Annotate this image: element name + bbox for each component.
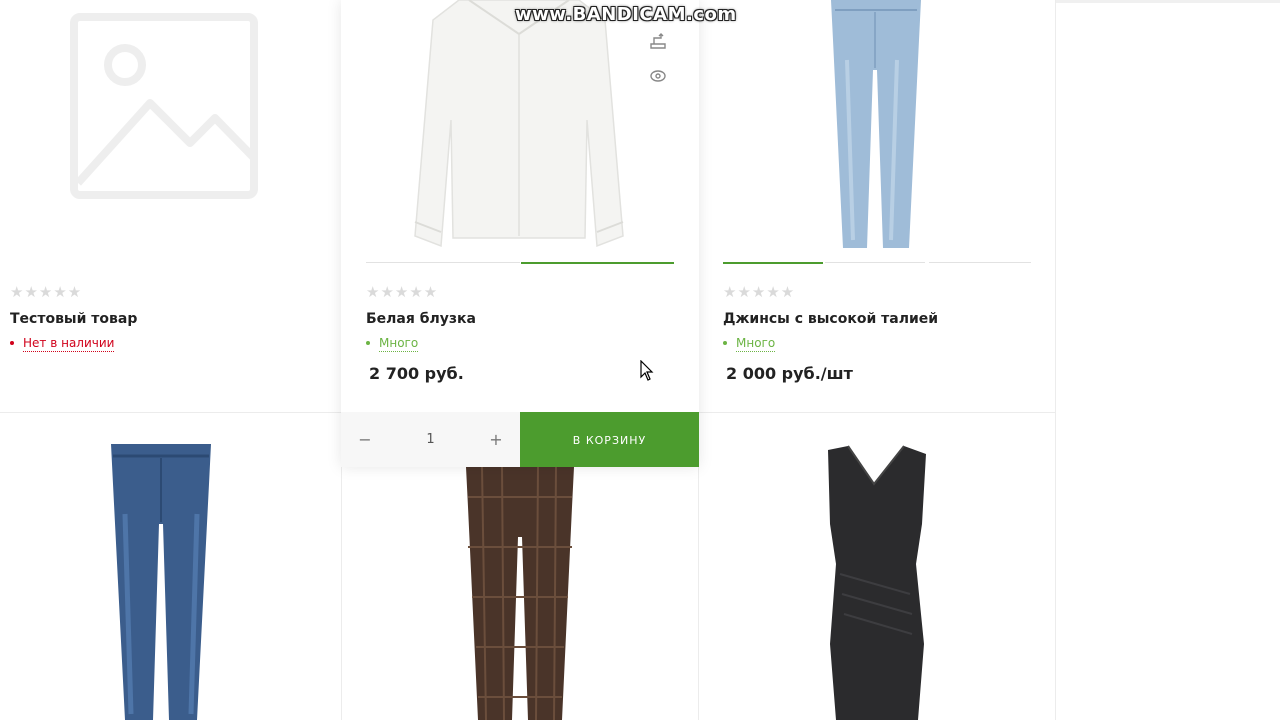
product-price: 2 700 руб. (369, 364, 464, 383)
image-slider-segment[interactable] (366, 262, 520, 263)
add-to-cart-button[interactable]: В КОРЗИНУ (520, 412, 699, 467)
bandicam-watermark: www.BANDICAM.com (515, 4, 737, 25)
white-blouse-image[interactable] (409, 0, 629, 250)
product-card-blouse[interactable]: ★★★★★ Белая блузка Много 2 700 руб. − 1 … (341, 0, 699, 467)
compare-icon[interactable] (647, 30, 669, 52)
product-card-test[interactable]: ★★★★★ Тестовый товар Нет в наличии (0, 0, 341, 412)
product-title[interactable]: Тестовый товар (10, 311, 137, 327)
stock-status: Много (723, 336, 776, 352)
quantity-decrease-button[interactable]: − (341, 412, 389, 467)
image-slider-segment[interactable] (521, 262, 674, 264)
light-jeans-image[interactable] (825, 0, 927, 252)
product-price: 2 000 руб./шт (726, 364, 853, 383)
stock-dot (366, 340, 370, 345)
dark-jeans-image[interactable] (105, 444, 217, 720)
stock-status: Нет в наличии (10, 336, 115, 352)
stock-label: Нет в наличии (23, 336, 115, 352)
plaid-trousers-image[interactable] (462, 467, 578, 720)
quantity-stepper[interactable]: − 1 + (341, 412, 520, 467)
product-card-jeans[interactable]: ★★★★★ Джинсы с высокой талией Много 2 00… (699, 0, 1055, 412)
rating-stars: ★★★★★ (10, 283, 83, 301)
stock-dot (723, 340, 727, 345)
quantity-value[interactable]: 1 (389, 412, 472, 467)
rating-stars: ★★★★★ (723, 283, 796, 301)
mouse-cursor-icon (640, 360, 654, 381)
black-dress-image[interactable] (818, 444, 932, 720)
product-title[interactable]: Белая блузка (366, 311, 476, 327)
image-slider-segment[interactable] (723, 262, 823, 264)
image-slider-segment[interactable] (825, 262, 925, 263)
stock-label: Много (379, 336, 419, 352)
stock-dot (10, 340, 14, 345)
stock-status: Много (366, 336, 419, 352)
grid-divider (1055, 0, 1056, 720)
quick-view-eye-icon[interactable] (647, 65, 669, 87)
image-slider-segment[interactable] (929, 262, 1031, 263)
placeholder-image-icon[interactable] (70, 13, 258, 199)
stock-label: Много (736, 336, 776, 352)
rating-stars: ★★★★★ (366, 283, 439, 301)
quantity-increase-button[interactable]: + (472, 412, 520, 467)
product-title[interactable]: Джинсы с высокой талией (723, 311, 938, 327)
